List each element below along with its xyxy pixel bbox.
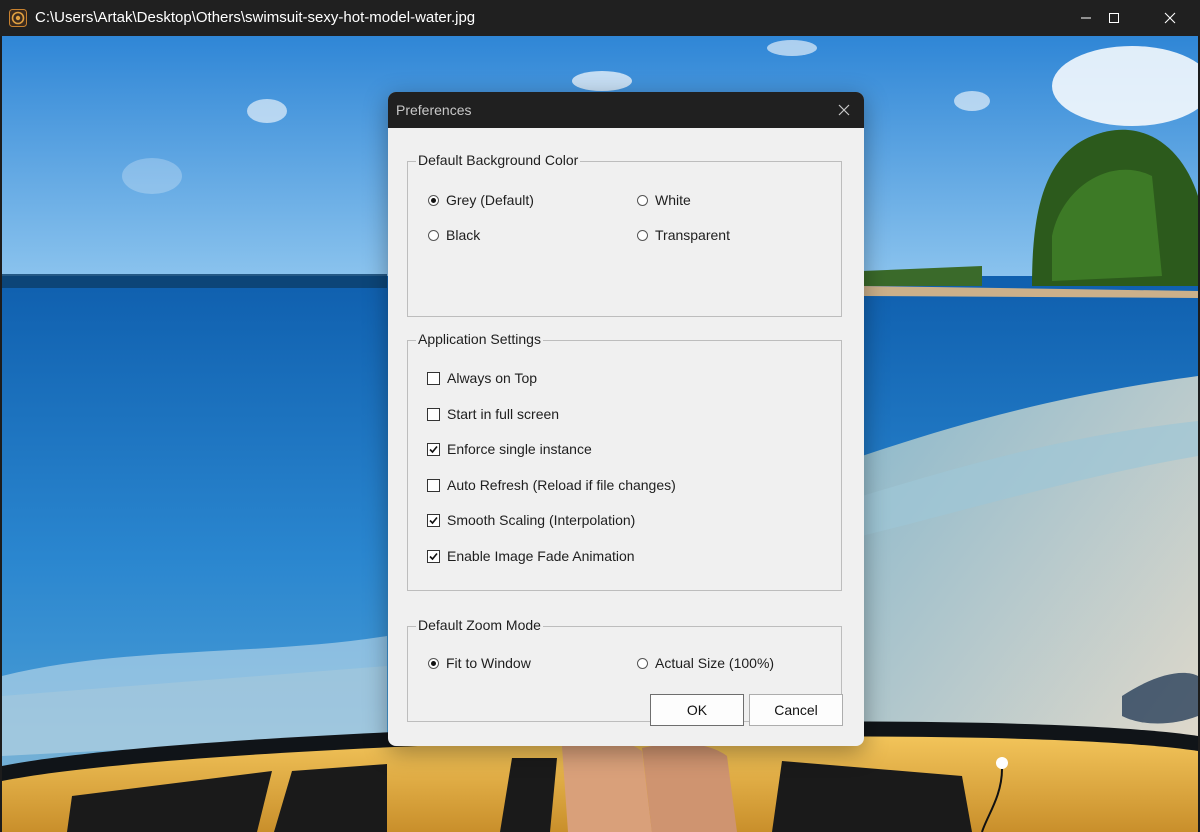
checkbox-box: [427, 371, 440, 385]
camera-aperture-icon: [9, 9, 27, 27]
radio-label: Actual Size (100%): [655, 655, 775, 671]
radio-indicator: [637, 657, 648, 669]
application-settings-group: Application Settings Always on Top Start…: [407, 331, 842, 591]
radio-actual-size[interactable]: Actual Size (100%): [637, 655, 774, 671]
radio-label: Black: [446, 227, 481, 243]
radio-fit-to-window[interactable]: Fit to Window: [428, 655, 531, 671]
ok-button[interactable]: OK: [650, 694, 744, 726]
checkbox-box: [427, 478, 440, 492]
checkmark-icon: [429, 445, 438, 453]
checkmark-icon: [429, 516, 438, 524]
checkbox-box: [427, 407, 440, 421]
checkbox-fade-animation[interactable]: Enable Image Fade Animation: [427, 548, 635, 564]
checkbox-box: [427, 442, 440, 456]
checkbox-label: Enforce single instance: [447, 441, 592, 457]
checkbox-label: Always on Top: [447, 370, 538, 386]
zoom-mode-legend: Default Zoom Mode: [416, 617, 543, 633]
radio-indicator: [637, 194, 648, 206]
radio-indicator: [428, 657, 439, 669]
radio-indicator: [428, 229, 439, 241]
checkbox-always-on-top[interactable]: Always on Top: [427, 370, 537, 386]
checkbox-box: [427, 549, 440, 563]
maximize-icon: [1109, 13, 1119, 23]
preferences-dialog: Preferences Default Background Color Gre…: [388, 92, 864, 746]
radio-grey[interactable]: Grey (Default): [428, 192, 534, 208]
close-button[interactable]: [1142, 0, 1198, 36]
background-color-legend: Default Background Color: [416, 152, 581, 168]
checkbox-label: Enable Image Fade Animation: [447, 548, 635, 564]
checkbox-label: Auto Refresh (Reload if file changes): [447, 477, 676, 493]
checkmark-icon: [429, 552, 438, 560]
maximize-button[interactable]: [1086, 0, 1142, 36]
radio-black[interactable]: Black: [428, 227, 480, 243]
close-icon: [838, 104, 850, 116]
radio-label: Transparent: [655, 227, 730, 243]
close-icon: [1164, 12, 1176, 24]
cancel-button[interactable]: Cancel: [749, 694, 843, 726]
checkbox-auto-refresh[interactable]: Auto Refresh (Reload if file changes): [427, 477, 676, 493]
dialog-title: Preferences: [396, 102, 472, 118]
dialog-title-bar[interactable]: Preferences: [388, 92, 864, 128]
image-viewer-window: C:\Users\Artak\Desktop\Others\swimsuit-s…: [0, 0, 1200, 832]
title-bar[interactable]: C:\Users\Artak\Desktop\Others\swimsuit-s…: [0, 0, 1200, 36]
checkbox-box: [427, 513, 440, 527]
application-settings-legend: Application Settings: [416, 331, 543, 347]
checkbox-label: Start in full screen: [447, 406, 560, 422]
radio-label: Grey (Default): [446, 192, 534, 208]
radio-label: Fit to Window: [446, 655, 531, 671]
radio-indicator: [637, 229, 648, 241]
background-color-group: Default Background Color Grey (Default) …: [407, 152, 842, 317]
radio-label: White: [655, 192, 691, 208]
dialog-close-button[interactable]: [824, 92, 864, 128]
radio-transparent[interactable]: Transparent: [637, 227, 730, 243]
checkbox-smooth-scaling[interactable]: Smooth Scaling (Interpolation): [427, 512, 635, 528]
window-title: C:\Users\Artak\Desktop\Others\swimsuit-s…: [35, 9, 476, 26]
radio-indicator: [428, 194, 439, 206]
radio-white[interactable]: White: [637, 192, 691, 208]
checkbox-start-full-screen[interactable]: Start in full screen: [427, 406, 559, 422]
checkbox-label: Smooth Scaling (Interpolation): [447, 512, 636, 528]
checkbox-single-instance[interactable]: Enforce single instance: [427, 441, 592, 457]
